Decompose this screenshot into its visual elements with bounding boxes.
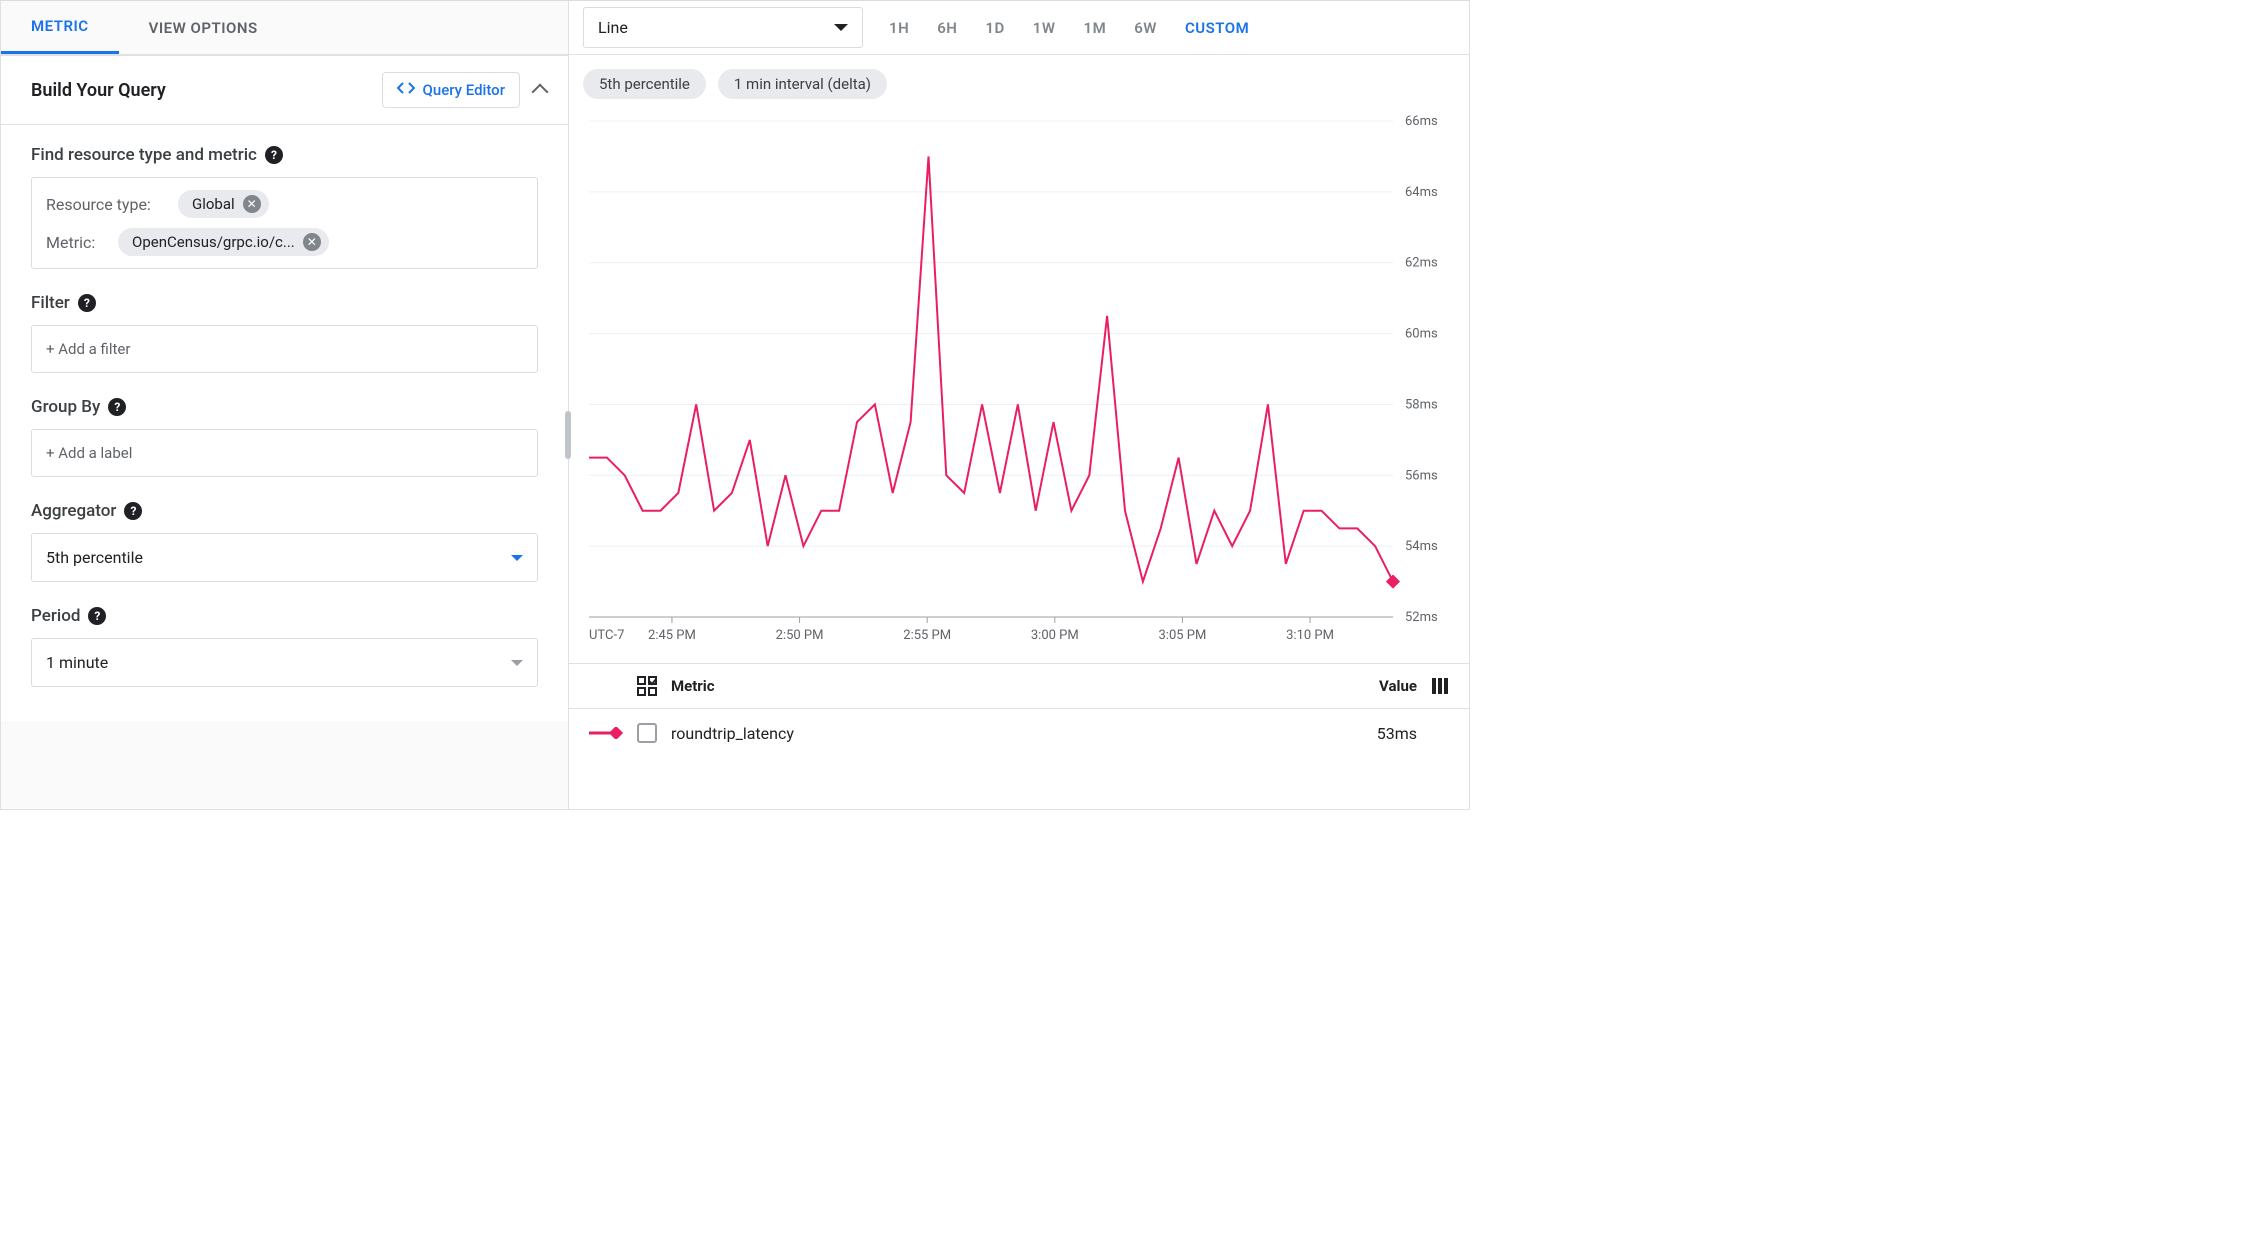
svg-text:66ms: 66ms (1405, 114, 1438, 129)
help-icon[interactable]: ? (265, 146, 283, 164)
svg-text:52ms: 52ms (1405, 610, 1438, 625)
groupby-block: Group By ? + Add a label (31, 397, 538, 477)
left-panel: METRIC VIEW OPTIONS Build Your Query Que… (1, 1, 569, 809)
resource-type-key: Resource type: (46, 195, 166, 214)
tab-metric[interactable]: METRIC (1, 1, 119, 54)
chart-badge-row: 5th percentile 1 min interval (delta) (569, 55, 1469, 103)
form-area: Find resource type and metric ? Resource… (1, 125, 568, 721)
period-value: 1 minute (46, 653, 108, 672)
legend-row[interactable]: roundtrip_latency 53ms (569, 708, 1469, 757)
groupby-label-text: Group By (31, 397, 100, 417)
svg-text:64ms: 64ms (1405, 185, 1438, 200)
period-select[interactable]: 1 minute (31, 638, 538, 687)
period-block: Period ? 1 minute (31, 606, 538, 687)
find-label: Find resource type and metric ? (31, 145, 538, 165)
aggregator-select[interactable]: 5th percentile (31, 533, 538, 582)
collapse-chevron-icon[interactable] (532, 84, 549, 101)
metric-key: Metric: (46, 233, 106, 252)
chart-type-value: Line (598, 18, 628, 37)
query-editor-button[interactable]: Query Editor (382, 72, 520, 108)
metric-row: Metric: OpenCensus/grpc.io/c... ✕ (46, 228, 523, 256)
badge-interval: 1 min interval (delta) (718, 69, 887, 99)
aggregator-value: 5th percentile (46, 548, 143, 567)
legend-checkbox[interactable] (637, 723, 657, 743)
chart-type-select[interactable]: Line (583, 7, 863, 48)
query-panel: Build Your Query Query Editor Find resou… (1, 55, 568, 721)
resource-type-chip-label: Global (192, 195, 235, 213)
query-title: Build Your Query (31, 80, 166, 101)
range-custom[interactable]: CUSTOM (1185, 19, 1249, 37)
range-1h[interactable]: 1H (889, 19, 909, 37)
legend-series-name: roundtrip_latency (671, 724, 794, 743)
svg-text:2:45 PM: 2:45 PM (648, 628, 696, 643)
svg-text:3:05 PM: 3:05 PM (1159, 628, 1207, 643)
period-label: Period ? (31, 606, 538, 626)
badge-percentile: 5th percentile (583, 69, 706, 99)
find-block: Find resource type and metric ? Resource… (31, 145, 538, 269)
filter-block: Filter ? + Add a filter (31, 293, 538, 373)
groupby-label: Group By ? (31, 397, 538, 417)
period-label-text: Period (31, 606, 80, 626)
remove-resource-type-icon[interactable]: ✕ (243, 195, 261, 213)
chevron-down-icon (511, 555, 523, 561)
help-icon[interactable]: ? (78, 294, 96, 312)
latency-chart: 66ms 64ms 62ms 60ms 58ms 56ms 54ms 52ms UTC-7 2:4… (583, 103, 1453, 663)
svg-text:58ms: 58ms (1405, 397, 1438, 412)
svg-text:2:50 PM: 2:50 PM (776, 628, 824, 643)
metric-chip-label: OpenCensus/grpc.io/c... (132, 233, 295, 251)
tab-view-options[interactable]: VIEW OPTIONS (119, 1, 288, 54)
right-panel: Line 1H 6H 1D 1W 1M 6W CUSTOM 5th percen… (569, 1, 1469, 809)
range-1d[interactable]: 1D (985, 19, 1004, 37)
chevron-down-icon (511, 660, 523, 666)
left-tab-strip: METRIC VIEW OPTIONS (1, 1, 568, 55)
range-6h[interactable]: 6H (937, 19, 957, 37)
grid-icon[interactable] (637, 676, 657, 696)
svg-text:54ms: 54ms (1405, 539, 1438, 554)
aggregator-label-text: Aggregator (31, 501, 116, 521)
chart-area: 66ms 64ms 62ms 60ms 58ms 56ms 54ms 52ms UTC-7 2:4… (569, 103, 1469, 663)
metric-chip[interactable]: OpenCensus/grpc.io/c... ✕ (118, 228, 329, 256)
svg-text:56ms: 56ms (1405, 468, 1438, 483)
chevron-down-icon (834, 24, 848, 31)
resource-type-row: Resource type: Global ✕ (46, 190, 523, 218)
time-range-tabs: 1H 6H 1D 1W 1M 6W CUSTOM (889, 19, 1449, 37)
filter-label: Filter ? (31, 293, 538, 313)
help-icon[interactable]: ? (124, 502, 142, 520)
chart-top-bar: Line 1H 6H 1D 1W 1M 6W CUSTOM (569, 1, 1469, 55)
range-1m[interactable]: 1M (1084, 19, 1107, 37)
svg-text:2:55 PM: 2:55 PM (903, 628, 951, 643)
legend-header: Metric Value (569, 663, 1469, 708)
aggregator-label: Aggregator ? (31, 501, 538, 521)
svg-text:60ms: 60ms (1405, 327, 1438, 342)
series-marker-icon (589, 727, 623, 739)
help-icon[interactable]: ? (88, 607, 106, 625)
svg-text:3:10 PM: 3:10 PM (1286, 628, 1334, 643)
groupby-input[interactable]: + Add a label (31, 429, 538, 477)
filter-label-text: Filter (31, 293, 70, 313)
range-6w[interactable]: 6W (1134, 19, 1157, 37)
resource-type-chip[interactable]: Global ✕ (178, 190, 269, 218)
app-root: METRIC VIEW OPTIONS Build Your Query Que… (0, 0, 1470, 810)
legend-series-value: 53ms (1377, 724, 1417, 743)
svg-text:UTC-7: UTC-7 (589, 628, 624, 643)
filter-input[interactable]: + Add a filter (31, 325, 538, 373)
remove-metric-icon[interactable]: ✕ (303, 233, 321, 251)
legend-col-metric: Metric (671, 677, 715, 695)
query-editor-label: Query Editor (423, 81, 505, 99)
aggregator-block: Aggregator ? 5th percentile (31, 501, 538, 582)
range-1w[interactable]: 1W (1033, 19, 1056, 37)
columns-icon[interactable] (1431, 677, 1449, 695)
help-icon[interactable]: ? (108, 398, 126, 416)
find-box[interactable]: Resource type: Global ✕ Metric: OpenCens… (31, 177, 538, 269)
svg-text:62ms: 62ms (1405, 256, 1438, 271)
svg-text:3:00 PM: 3:00 PM (1031, 628, 1079, 643)
find-label-text: Find resource type and metric (31, 145, 257, 165)
code-icon (397, 81, 415, 99)
query-header: Build Your Query Query Editor (1, 56, 568, 125)
query-header-right: Query Editor (382, 72, 546, 108)
legend-col-value: Value (1379, 677, 1417, 695)
